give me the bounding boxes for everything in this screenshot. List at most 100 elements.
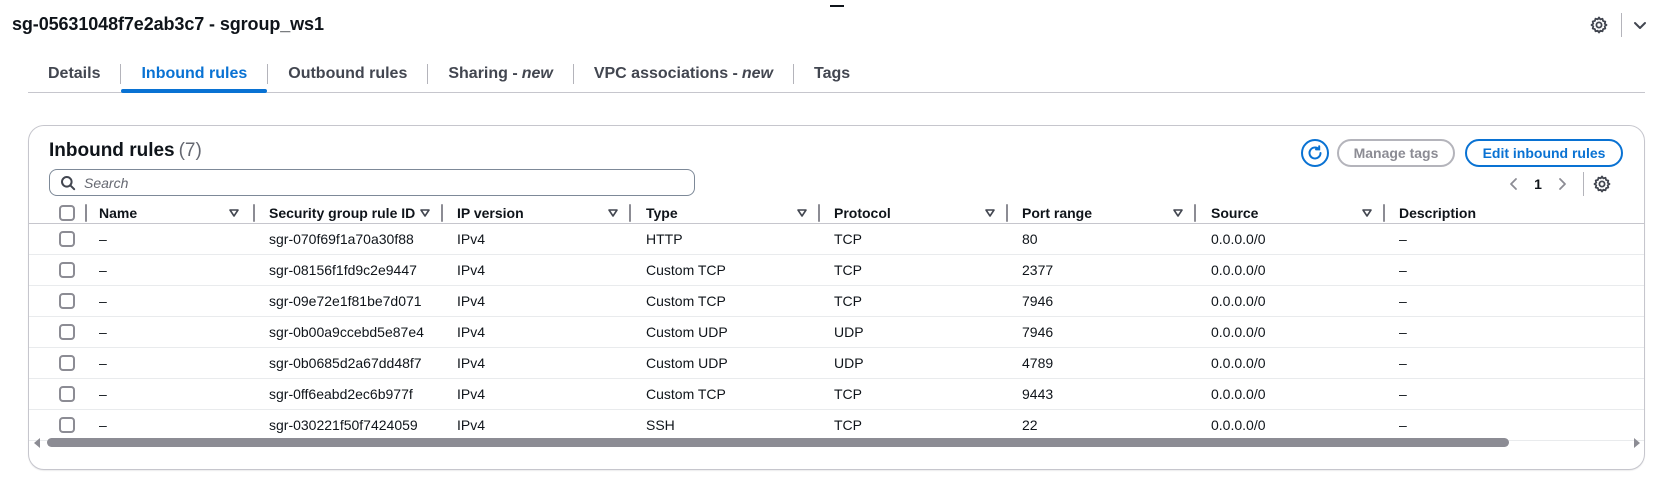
column-resizer[interactable] <box>85 204 87 222</box>
settings-icon[interactable] <box>1589 15 1609 35</box>
column-header-type[interactable]: Type <box>646 202 678 223</box>
tab-details[interactable]: Details <box>28 56 120 92</box>
chevron-right-icon[interactable] <box>1551 173 1573 195</box>
tab-label: Sharing - <box>448 65 518 82</box>
cell-security-group-rule-id: sgr-0ff6eabd2ec6b977f <box>269 386 413 402</box>
sort-caret-icon[interactable] <box>419 207 431 219</box>
sort-caret-icon[interactable] <box>1361 207 1373 219</box>
sort-caret-icon[interactable] <box>607 207 619 219</box>
current-page[interactable]: 1 <box>1525 176 1551 192</box>
column-resizer[interactable] <box>1383 204 1385 222</box>
column-header-ip-version[interactable]: IP version <box>457 202 524 223</box>
cell-type: HTTP <box>646 231 683 247</box>
tab-new-badge: new <box>521 65 553 82</box>
settings-icon[interactable] <box>1592 174 1612 194</box>
table-row[interactable]: – sgr-070f69f1a70a30f88 IPv4 HTTP TCP 80 0.0.0… <box>29 224 1644 255</box>
search-icon <box>61 175 76 190</box>
tab-label: Outbound rules <box>288 65 408 82</box>
tab-vpc-associations[interactable]: VPC associations - new <box>574 56 793 92</box>
cell-protocol: TCP <box>834 262 862 278</box>
cell-protocol: TCP <box>834 293 862 309</box>
cell-ip-version: IPv4 <box>457 262 486 278</box>
cell-port-range: 7946 <box>1022 293 1054 309</box>
column-header-security-group-rule-id[interactable]: Security group rule ID <box>269 202 415 223</box>
row-checkbox[interactable] <box>59 231 75 247</box>
checkbox-cell <box>59 379 75 409</box>
row-checkbox[interactable] <box>59 262 75 278</box>
tab-sharing[interactable]: Sharing - new <box>428 56 572 92</box>
horizontal-scrollbar[interactable] <box>29 434 1644 452</box>
cell-port-range: 7946 <box>1022 324 1054 340</box>
table-row[interactable]: – sgr-0b00a9ccebd5e87e4 IPv4 Custom UDP UDP 7… <box>29 317 1644 348</box>
cell-protocol: UDP <box>834 324 864 340</box>
table-row[interactable]: – sgr-08156f1fd9c2e9447 IPv4 Custom TCP TCP 2… <box>29 255 1644 286</box>
table-row[interactable]: – sgr-0ff6eabd2ec6b977f IPv4 Custom TCP TCP 9… <box>29 379 1644 410</box>
cell-ip-version: IPv4 <box>457 231 486 247</box>
cell-name: – <box>99 355 107 371</box>
scroll-right-icon[interactable] <box>1632 437 1642 449</box>
cell-description: – <box>1399 293 1407 309</box>
cell-name: – <box>99 293 107 309</box>
checkbox-cell <box>59 286 75 316</box>
cell-security-group-rule-id: sgr-0b0685d2a67dd48f7 <box>269 355 422 371</box>
table-row[interactable]: – sgr-0b0685d2a67dd48f7 IPv4 Custom UDP UDP 4… <box>29 348 1644 379</box>
cell-ip-version: IPv4 <box>457 324 486 340</box>
column-resizer[interactable] <box>1194 204 1196 222</box>
cell-type: Custom TCP <box>646 386 726 402</box>
rule-count: (7) <box>178 140 202 161</box>
chevron-left-icon[interactable] <box>1503 173 1525 195</box>
tab-outbound-rules[interactable]: Outbound rules <box>268 56 427 92</box>
scroll-left-icon[interactable] <box>32 437 42 449</box>
cell-security-group-rule-id: sgr-070f69f1a70a30f88 <box>269 231 414 247</box>
row-checkbox[interactable] <box>59 355 75 371</box>
cell-type: Custom TCP <box>646 262 726 278</box>
tab-label: Inbound rules <box>141 65 248 82</box>
cell-name: – <box>99 231 107 247</box>
scrollbar-thumb[interactable] <box>47 438 1509 447</box>
table-row[interactable]: – sgr-09e72e1f81be7d071 IPv4 Custom TCP TCP 7… <box>29 286 1644 317</box>
tab-label: Details <box>48 65 101 82</box>
column-header-description[interactable]: Description <box>1399 202 1476 223</box>
edit-inbound-rules-button[interactable]: Edit inbound rules <box>1465 139 1623 167</box>
column-header-port-range[interactable]: Port range <box>1022 202 1092 223</box>
row-checkbox[interactable] <box>59 386 75 402</box>
column-header-source[interactable]: Source <box>1211 202 1258 223</box>
cell-name: – <box>99 262 107 278</box>
row-checkbox[interactable] <box>59 293 75 309</box>
column-header-name[interactable]: Name <box>99 202 137 223</box>
column-resizer[interactable] <box>629 204 631 222</box>
column-resizer[interactable] <box>818 204 820 222</box>
chevron-down-icon[interactable] <box>1630 15 1650 35</box>
cell-description: – <box>1399 262 1407 278</box>
cell-type: Custom UDP <box>646 355 728 371</box>
cell-port-range: 80 <box>1022 231 1038 247</box>
rules-table: Name Security group rule ID IP version Type… <box>29 202 1644 441</box>
tab-tags[interactable]: Tags <box>794 56 870 92</box>
drag-handle[interactable] <box>830 5 844 7</box>
cell-name: – <box>99 324 107 340</box>
sort-caret-icon[interactable] <box>1172 207 1184 219</box>
column-resizer[interactable] <box>441 204 443 222</box>
page-title: sg-05631048f7e2ab3c7 - sgroup_ws1 <box>12 14 324 34</box>
cell-security-group-rule-id: sgr-0b00a9ccebd5e87e4 <box>269 324 424 340</box>
manage-tags-button[interactable]: Manage tags <box>1337 139 1455 167</box>
row-checkbox[interactable] <box>59 417 75 433</box>
tab-inbound-rules[interactable]: Inbound rules <box>121 56 268 93</box>
tab-label: Tags <box>814 65 851 82</box>
sort-caret-icon[interactable] <box>796 207 808 219</box>
sort-caret-icon[interactable] <box>984 207 996 219</box>
sort-caret-icon[interactable] <box>228 207 240 219</box>
search-field[interactable] <box>49 169 695 196</box>
row-checkbox[interactable] <box>59 324 75 340</box>
refresh-button[interactable] <box>1301 139 1329 167</box>
header-actions <box>1589 12 1650 38</box>
cell-description: – <box>1399 386 1407 402</box>
column-header-protocol[interactable]: Protocol <box>834 202 891 223</box>
cell-protocol: TCP <box>834 231 862 247</box>
search-input[interactable] <box>84 174 664 191</box>
column-resizer[interactable] <box>1006 204 1008 222</box>
column-resizer[interactable] <box>253 204 255 222</box>
select-all-checkbox[interactable] <box>59 204 75 221</box>
checkbox-cell <box>59 202 75 223</box>
cell-port-range: 9443 <box>1022 386 1054 402</box>
